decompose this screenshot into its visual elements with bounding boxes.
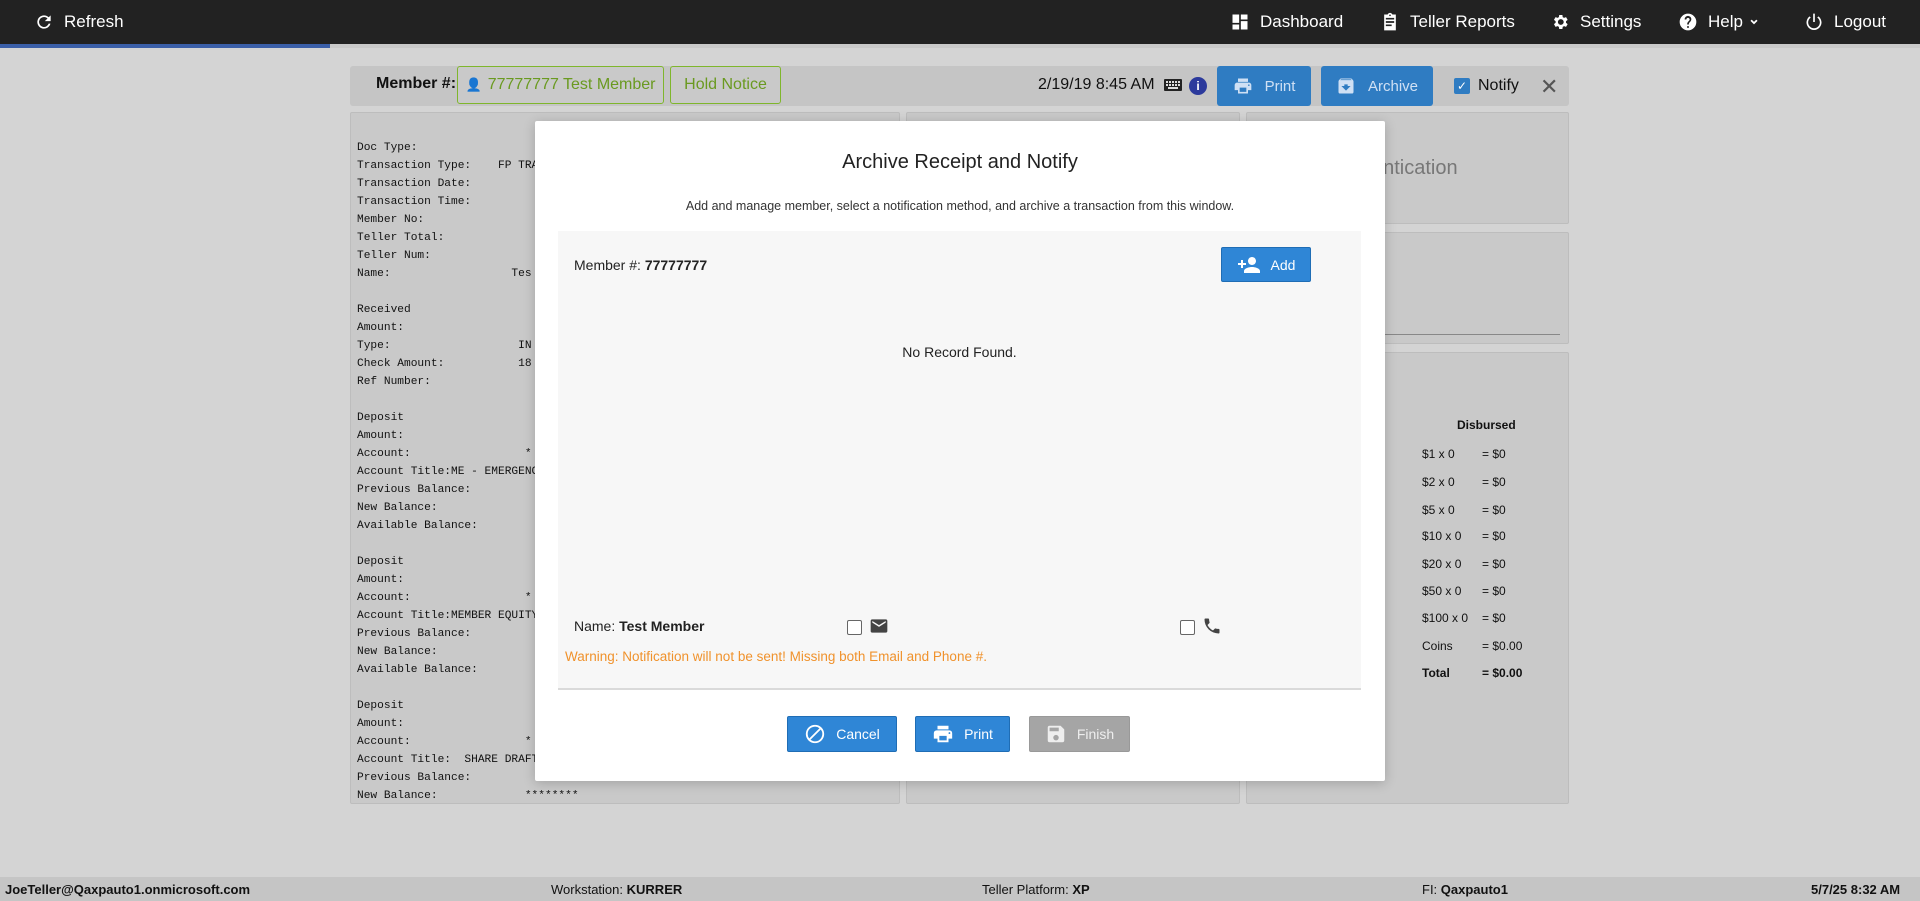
refresh-button[interactable]: Refresh: [34, 0, 124, 44]
refresh-label: Refresh: [64, 12, 124, 31]
member-notification-section: Member #: 77777777 Add No Record Found. …: [558, 231, 1361, 690]
status-bar: JoeTeller@Qaxpauto1.onmicrosoft.com Work…: [0, 877, 1920, 901]
add-member-button[interactable]: Add: [1221, 247, 1311, 282]
printer-icon: [933, 725, 953, 743]
logout-button[interactable]: Logout: [1804, 0, 1886, 44]
settings-label: Settings: [1580, 12, 1642, 31]
member-number-row: Member #: 77777777: [574, 257, 707, 273]
dialog-title: Archive Receipt and Notify: [842, 151, 1078, 173]
dialog-print-button[interactable]: Print: [915, 716, 1010, 752]
email-icon: [870, 619, 888, 633]
cancel-button[interactable]: Cancel: [787, 716, 897, 752]
status-workstation: Workstation: KURRER: [551, 882, 682, 897]
status-user: JoeTeller@Qaxpauto1.onmicrosoft.com: [5, 882, 251, 897]
status-datetime: 5/7/25 8:32 AM: [1811, 882, 1901, 897]
power-icon: [1806, 13, 1822, 30]
archive-notify-dialog: Archive Receipt and Notify Add and manag…: [535, 121, 1385, 781]
platform-label: Teller Platform:: [982, 882, 1069, 897]
dashboard-label: Dashboard: [1260, 12, 1344, 31]
name-value: Test Member: [619, 618, 705, 634]
settings-nav[interactable]: Settings: [1550, 0, 1641, 44]
teller-reports-nav[interactable]: Teller Reports: [1380, 0, 1515, 44]
help-label: Help: [1708, 12, 1743, 31]
gear-icon: [1553, 15, 1568, 30]
save-icon: [1047, 725, 1065, 743]
workstation-value: KURRER: [626, 882, 683, 897]
phone-icon: [1204, 618, 1220, 634]
logout-label: Logout: [1834, 12, 1886, 31]
fi-label: FI:: [1422, 882, 1438, 897]
dialog-subtitle: Add and manage member, select a notifica…: [685, 199, 1235, 213]
platform-value: XP: [1072, 882, 1090, 897]
cancel-label: Cancel: [836, 726, 880, 742]
member-number-value: 77777777: [644, 257, 708, 273]
refresh-icon: [37, 15, 51, 29]
chevron-down-icon: [1750, 19, 1758, 25]
member-number-label: Member #:: [574, 257, 641, 273]
teller-reports-label: Teller Reports: [1410, 12, 1515, 31]
fi-value: Qaxpauto1: [1440, 882, 1508, 897]
dialog-print-label: Print: [964, 726, 993, 742]
add-label: Add: [1270, 256, 1296, 273]
status-fi: FI: Qaxpauto1: [1422, 882, 1508, 897]
workstation-label: Workstation:: [551, 882, 624, 897]
dashboard-icon: [1232, 14, 1248, 30]
phone-checkbox[interactable]: [1180, 620, 1195, 635]
cancel-icon: [806, 724, 825, 744]
help-menu[interactable]: Help: [1678, 0, 1761, 44]
name-label: Name:: [574, 618, 616, 634]
dashboard-nav[interactable]: Dashboard: [1230, 0, 1343, 44]
help-icon: [1679, 13, 1697, 31]
clipboard-icon: [1384, 12, 1396, 31]
finish-label: Finish: [1076, 726, 1115, 742]
email-checkbox[interactable]: [847, 620, 862, 635]
name-row: Name: Test Member: [574, 618, 704, 634]
notification-warning: Warning: Notification will not be sent! …: [565, 649, 987, 664]
top-nav-bar: Refresh Dashboard Teller Reports Setting…: [0, 0, 1920, 44]
add-person-icon: [1237, 256, 1260, 273]
finish-button[interactable]: Finish: [1029, 716, 1130, 752]
status-platform: Teller Platform: XP: [982, 882, 1090, 897]
no-record-message: No Record Found.: [902, 344, 1017, 360]
